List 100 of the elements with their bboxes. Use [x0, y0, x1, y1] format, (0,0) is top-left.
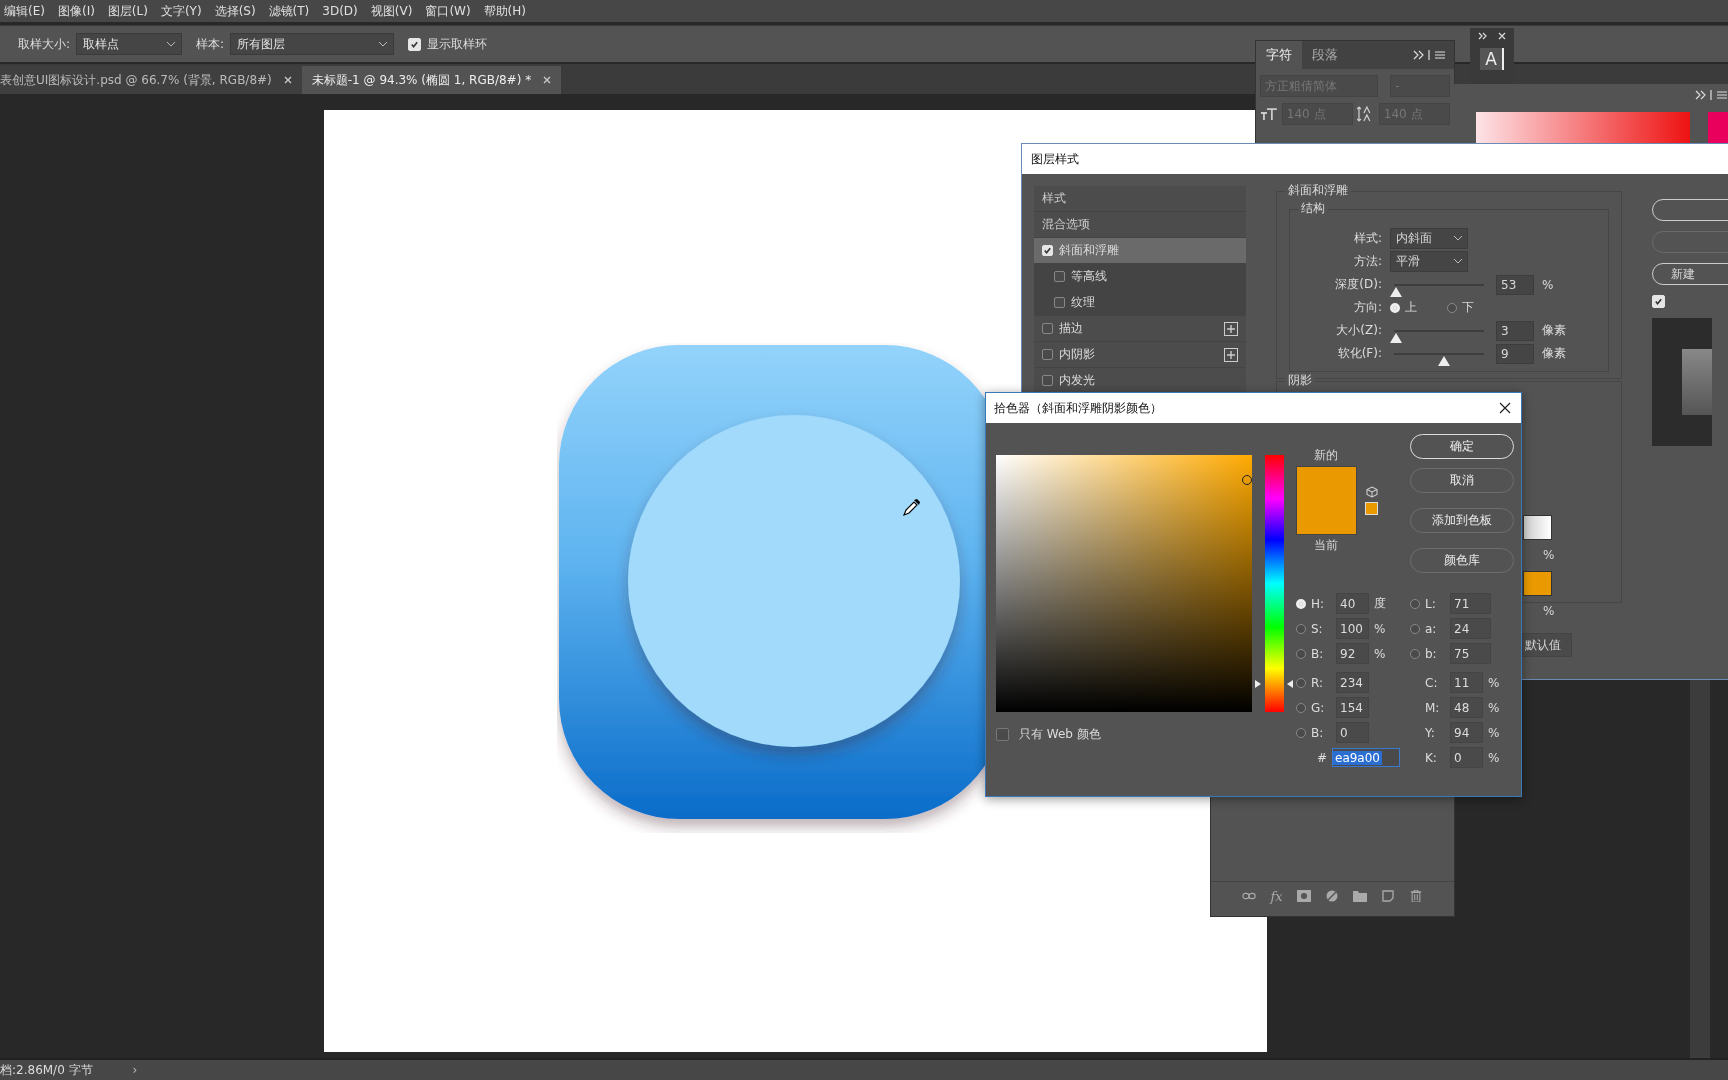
- panel-menu-icon[interactable]: [1412, 50, 1446, 60]
- menu-item[interactable]: 选择(S): [214, 2, 256, 20]
- value-field[interactable]: 48: [1450, 697, 1483, 718]
- show-ring-label: 显示取样环: [427, 35, 488, 53]
- radio-icon[interactable]: [1296, 677, 1306, 688]
- effect-checkbox[interactable]: [1054, 297, 1065, 308]
- color-ramp[interactable]: [1476, 112, 1690, 144]
- value-field[interactable]: 40: [1336, 593, 1369, 614]
- value-field[interactable]: 154: [1336, 697, 1369, 718]
- radio-icon[interactable]: [1410, 623, 1420, 634]
- effect-checkbox[interactable]: [1054, 271, 1065, 282]
- menu-item[interactable]: 图像(I): [57, 2, 95, 20]
- radio-icon[interactable]: [1296, 727, 1306, 738]
- direction-radio[interactable]: 下: [1447, 299, 1474, 316]
- effect-item[interactable]: 等高线: [1034, 264, 1246, 290]
- unit-label: 像素: [1542, 345, 1566, 362]
- menu-item[interactable]: 文字(Y): [160, 2, 202, 20]
- cube-icon[interactable]: [1365, 486, 1378, 498]
- field-label: S:: [1311, 621, 1324, 636]
- radio-icon[interactable]: [1296, 702, 1306, 713]
- effect-item[interactable]: 纹理: [1034, 290, 1246, 316]
- value-field[interactable]: 71: [1450, 593, 1491, 614]
- radio-icon[interactable]: [1410, 598, 1420, 609]
- hex-field[interactable]: ea9a00: [1332, 748, 1400, 767]
- hue-slider-handle[interactable]: [1255, 678, 1293, 689]
- folder-icon[interactable]: [1352, 890, 1367, 902]
- radio-icon[interactable]: [1296, 648, 1306, 659]
- status-arrow[interactable]: ›: [132, 1063, 138, 1077]
- caret-icon: [1454, 236, 1462, 241]
- dialog-button[interactable]: 取消: [1410, 468, 1514, 493]
- sample-dropdown[interactable]: 所有图层: [230, 33, 395, 55]
- value-field[interactable]: 75: [1450, 643, 1491, 664]
- value-field[interactable]: 53: [1496, 274, 1534, 295]
- link-icon[interactable]: [1242, 890, 1257, 902]
- document-tab[interactable]: 表创意UI图标设计.psd @ 66.7% (背景, RGB/8#): [0, 66, 302, 94]
- color-swatch[interactable]: [1708, 112, 1728, 144]
- slider-thumb[interactable]: [1389, 286, 1402, 297]
- dialog-button[interactable]: 颜色库: [1410, 548, 1514, 573]
- effect-item[interactable]: 内阴影: [1034, 342, 1246, 368]
- effect-checkbox[interactable]: [1042, 375, 1053, 386]
- unit-label: %: [1488, 675, 1500, 690]
- effect-item[interactable]: 斜面和浮雕: [1034, 238, 1246, 264]
- menu-item[interactable]: 滤镜(T): [268, 2, 310, 20]
- show-ring-checkbox[interactable]: [408, 37, 422, 51]
- value-field[interactable]: 0: [1450, 747, 1483, 768]
- layer-effects-button[interactable]: fx: [1270, 888, 1283, 904]
- add-icon[interactable]: [1224, 321, 1238, 336]
- preview-checkbox[interactable]: [1652, 295, 1665, 308]
- color-field[interactable]: [996, 455, 1252, 712]
- slider-thumb[interactable]: [1438, 355, 1451, 366]
- shadow-color-swatch[interactable]: [1523, 571, 1552, 596]
- value-field[interactable]: 92: [1336, 643, 1369, 664]
- adjustment-icon[interactable]: [1324, 890, 1339, 902]
- value-field[interactable]: 3: [1496, 320, 1534, 341]
- slider-thumb[interactable]: [1389, 332, 1402, 343]
- radio-icon[interactable]: [1410, 648, 1420, 659]
- web-safe-swatch[interactable]: [1365, 502, 1378, 515]
- direction-radio[interactable]: 上: [1390, 299, 1417, 316]
- menu-item[interactable]: 窗口(W): [425, 2, 471, 20]
- value-field[interactable]: 11: [1450, 672, 1483, 693]
- document-tab[interactable]: 未标题-1 @ 94.3% (椭圆 1, RGB/8#) *: [301, 66, 562, 94]
- method-dropdown[interactable]: 平滑: [1390, 251, 1468, 272]
- dialog-button[interactable]: 确定: [1410, 434, 1514, 459]
- trash-icon[interactable]: [1408, 890, 1423, 902]
- value-field[interactable]: 0: [1336, 722, 1369, 743]
- default-button[interactable]: 默认值: [1520, 633, 1572, 657]
- value-field[interactable]: 234: [1336, 672, 1369, 693]
- effect-checkbox[interactable]: [1042, 323, 1053, 334]
- style-list-item[interactable]: 样式: [1034, 186, 1246, 212]
- menu-item[interactable]: 视图(V): [370, 2, 413, 20]
- effect-label: 描边: [1059, 320, 1083, 337]
- hue-slider[interactable]: [1255, 455, 1293, 712]
- style-dropdown[interactable]: 内斜面: [1390, 228, 1468, 249]
- menu-item[interactable]: 图层(L): [107, 2, 148, 20]
- value-field[interactable]: 9: [1496, 343, 1534, 364]
- value-field[interactable]: 24: [1450, 618, 1491, 639]
- close-icon[interactable]: [1499, 402, 1511, 414]
- type-tool-button[interactable]: A: [1480, 48, 1504, 70]
- value-field[interactable]: 94: [1450, 722, 1483, 743]
- highlight-color-swatch[interactable]: [1523, 515, 1552, 540]
- panel-tab[interactable]: 字符: [1256, 41, 1302, 69]
- value-field[interactable]: 100: [1336, 618, 1369, 639]
- field-label: #: [1315, 750, 1327, 765]
- menu-item[interactable]: 编辑(E): [4, 2, 45, 20]
- new-layer-icon[interactable]: [1380, 890, 1395, 902]
- dialog-button[interactable]: 添加到色板: [1410, 508, 1514, 533]
- effect-checkbox[interactable]: [1042, 349, 1053, 360]
- radio-icon[interactable]: [1296, 623, 1306, 634]
- sample-size-dropdown[interactable]: 取样点: [76, 33, 183, 55]
- panel-menu-icon[interactable]: [1694, 90, 1728, 100]
- dialog-title: 图层样式: [1031, 150, 1079, 168]
- radio-icon[interactable]: [1447, 302, 1457, 313]
- mask-icon[interactable]: [1296, 890, 1311, 902]
- menu-item[interactable]: 3D(D): [322, 4, 358, 18]
- web-only-checkbox[interactable]: [996, 728, 1009, 741]
- menu-item[interactable]: 帮助(H): [483, 2, 526, 20]
- effect-item[interactable]: 描边: [1034, 316, 1246, 342]
- add-icon[interactable]: [1224, 347, 1238, 362]
- panel-tab[interactable]: 段落: [1302, 41, 1348, 69]
- panel-collapse-icon[interactable]: [1477, 32, 1507, 40]
